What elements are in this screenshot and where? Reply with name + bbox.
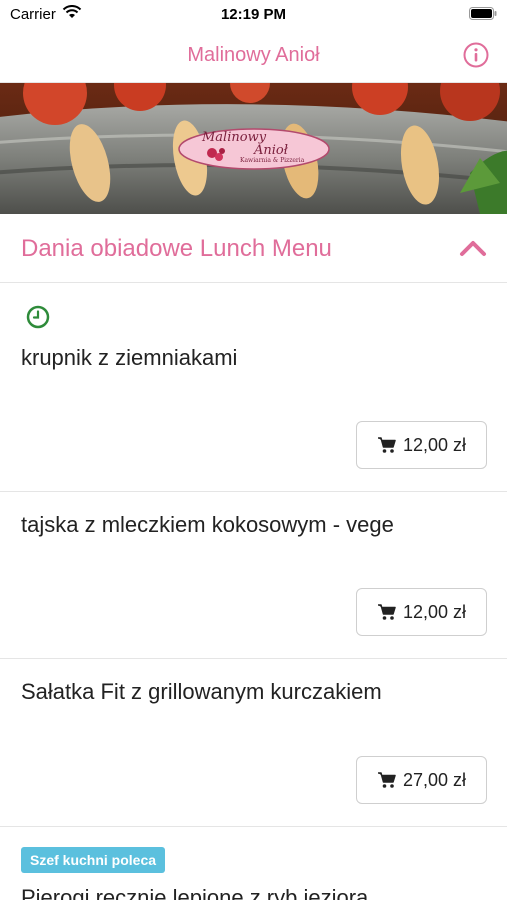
add-to-cart-button[interactable]: 27,00 zł: [356, 756, 487, 804]
navigation-bar: Malinowy Anioł: [0, 30, 507, 83]
cart-icon: [377, 604, 396, 620]
cart-icon: [377, 772, 396, 788]
price-label: 12,00 zł: [402, 601, 467, 622]
menu-item-name: Sałatka Fit z grillowanym kurczakiem: [21, 679, 382, 704]
chef-recommends-badge: Szef kuchni poleca: [21, 847, 166, 873]
menu-item: Sałatka Fit z grillowanym kurczakiem 27,…: [0, 659, 507, 827]
menu-item: tajska z mleczkiem kokosowym - vege 12,0…: [0, 492, 507, 659]
logo-text: Malinowy Anioł Kawiarnia & Pizzeria: [202, 130, 305, 164]
clock-time: 12:19 PM: [220, 6, 287, 23]
price-label: 27,00 zł: [402, 769, 467, 790]
section-title: Dania obiadowe Lunch Menu: [21, 235, 332, 262]
cart-icon: [377, 437, 396, 453]
menu-item-name: Pierogi ręcznie lepione z ryb jeziora: [21, 885, 369, 900]
section-header-lunch-menu[interactable]: Dania obiadowe Lunch Menu: [0, 215, 507, 283]
price-label: 12,00 zł: [402, 434, 467, 455]
status-bar: Carrier 12:19 PM: [0, 0, 507, 28]
header-banner-image: Malinowy Anioł Kawiarnia & Pizzeria: [0, 83, 507, 214]
menu-item: krupnik z ziemniakami 12,00 zł: [0, 283, 507, 492]
battery-icon: [469, 7, 497, 20]
page-title: Malinowy Anioł: [187, 44, 320, 66]
add-to-cart-button[interactable]: 12,00 zł: [356, 588, 487, 636]
menu-item-name: krupnik z ziemniakami: [21, 345, 238, 370]
menu-item-name: tajska z mleczkiem kokosowym - vege: [21, 512, 394, 537]
chevron-up-icon[interactable]: [459, 239, 487, 257]
clock-icon: [26, 305, 50, 329]
menu-item: Szef kuchni poleca Pierogi ręcznie lepio…: [0, 827, 507, 900]
add-to-cart-button[interactable]: 12,00 zł: [356, 421, 487, 469]
info-icon[interactable]: [463, 42, 489, 68]
